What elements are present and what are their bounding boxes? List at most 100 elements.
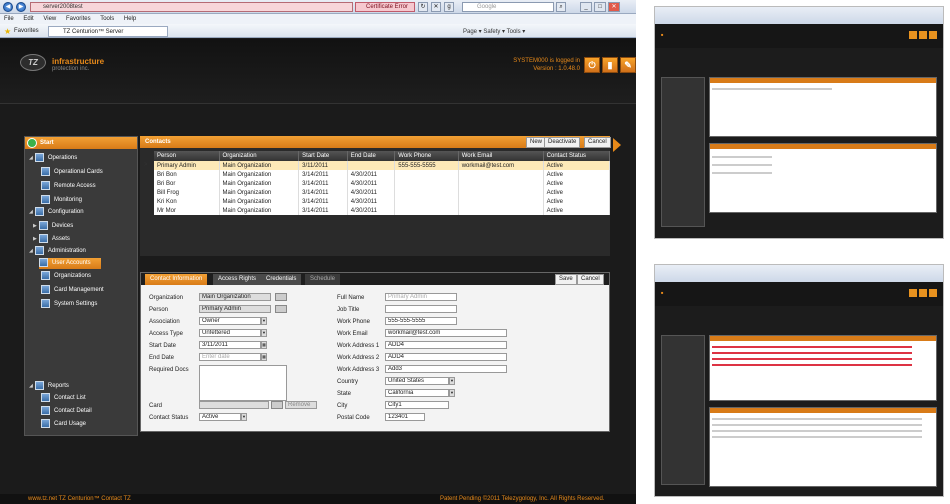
deactivate-button[interactable]: Deactivate	[544, 137, 581, 148]
minimize-icon[interactable]: _	[580, 2, 592, 12]
footer-links[interactable]: www.tz.net TZ Centurion™ Contact TZ	[28, 494, 131, 504]
tab-access-rights[interactable]: Access Rights	[213, 274, 262, 285]
back-button[interactable]: ◀	[3, 2, 13, 12]
job-title-field[interactable]	[385, 305, 457, 313]
favorites-star-icon[interactable]: ★	[4, 27, 11, 36]
table-row[interactable]: Bri Bor Main Organization 3/14/2011 4/30/20…	[154, 179, 611, 188]
tab-schedule[interactable]: Schedule	[305, 274, 341, 285]
menu-help[interactable]: Help	[124, 16, 136, 22]
access-type-dropdown-icon[interactable]: ▼	[261, 329, 267, 337]
refresh-icon[interactable]: ↻	[418, 2, 428, 12]
postal-code-field[interactable]: 123401	[385, 413, 425, 421]
menu-file[interactable]: File	[4, 16, 14, 22]
table-row[interactable]: Kri Kon Main Organization 3/14/2011 4/30/20…	[154, 197, 611, 206]
sidebar-item-remote-access[interactable]: Remote Access	[41, 181, 96, 192]
sidebar-item-user-accounts[interactable]: User Accounts	[39, 258, 101, 269]
column-header[interactable]: End Date	[347, 151, 396, 161]
table-row[interactable]: Mr Mor Main Organization 3/14/2011 4/30/201…	[154, 206, 611, 215]
sidebar-item-operations[interactable]: ◢ Operations	[29, 153, 77, 164]
card-picker-icon[interactable]	[271, 401, 283, 409]
expand-arrow-icon[interactable]	[613, 138, 621, 152]
country-dropdown-icon[interactable]: ▼	[449, 377, 455, 385]
organization-picker-icon[interactable]	[275, 293, 287, 301]
column-header[interactable]: Work Phone	[394, 151, 459, 161]
thumb-btn	[929, 31, 937, 39]
contact-status-select[interactable]: Active	[199, 413, 241, 421]
menu-view[interactable]: View	[43, 16, 56, 22]
sidebar-item-system-settings[interactable]: System Settings	[41, 299, 97, 310]
thumb-line	[712, 172, 772, 174]
work-address-1-field[interactable]: ADD4	[385, 341, 507, 349]
cancel-button[interactable]: Cancel	[584, 137, 611, 148]
search-input[interactable]: Google	[462, 2, 554, 12]
search-icon[interactable]: ⌕	[556, 2, 566, 12]
detail-cancel-button[interactable]: Cancel	[577, 274, 604, 285]
dashboard-icon[interactable]: ▮	[602, 57, 618, 73]
command-bar[interactable]: Page ▾ Safety ▾ Tools ▾	[463, 28, 525, 35]
table-row[interactable]: Bri Bon Main Organization 3/14/2011 4/30/20…	[154, 170, 611, 179]
sidebar-item-reports[interactable]: ◢ Reports	[29, 381, 69, 392]
column-header[interactable]: Organization	[219, 151, 300, 161]
contact-status-dropdown-icon[interactable]: ▼	[241, 413, 247, 421]
sidebar-item-card-management[interactable]: Card Management	[41, 285, 104, 296]
sidebar-item-card-usage[interactable]: Card Usage	[41, 419, 86, 430]
table-row[interactable]: Primary Admin Main Organization 3/11/2011 5…	[154, 161, 611, 170]
required-docs-list[interactable]	[199, 365, 287, 401]
sidebar-item-operational-cards[interactable]: Operational Cards	[41, 167, 103, 178]
certificate-error-badge[interactable]: Certificate Error	[355, 2, 415, 12]
sidebar-item-contact-list[interactable]: Contact List	[41, 393, 86, 404]
nav-start[interactable]: Start	[25, 137, 137, 149]
end-date-calendar-icon[interactable]: ▦	[261, 353, 267, 361]
sidebar-item-assets[interactable]: ▶ Assets	[33, 234, 70, 245]
sidebar-item-monitoring[interactable]: Monitoring	[41, 195, 82, 206]
association-dropdown-icon[interactable]: ▼	[261, 317, 267, 325]
table-cell: Main Organization	[219, 206, 300, 215]
maximize-icon[interactable]: □	[594, 2, 606, 12]
start-date-field[interactable]: 3/11/2011	[199, 341, 261, 349]
edit-pencil-icon[interactable]: ✎	[620, 57, 636, 73]
save-button[interactable]: Save	[555, 274, 577, 285]
tab-contact-information[interactable]: Contact Information	[145, 274, 208, 285]
full-name-field[interactable]: Primary Admin	[385, 293, 457, 301]
menu-favorites[interactable]: Favorites	[66, 16, 91, 22]
table-row[interactable]: Bill Frog Main Organization 3/14/2011 4/30/…	[154, 188, 611, 197]
work-phone-field[interactable]: 555-555-5555	[385, 317, 457, 325]
power-icon[interactable]: ⏻	[584, 57, 600, 73]
sidebar-item-contact-detail[interactable]: Contact Detail	[41, 406, 92, 417]
organization-field[interactable]: Main Organization	[199, 293, 271, 301]
menu-edit[interactable]: Edit	[23, 16, 33, 22]
state-select[interactable]: California	[385, 389, 449, 397]
stop-icon[interactable]: ✕	[431, 2, 441, 12]
new-button[interactable]: New	[526, 137, 547, 148]
sidebar-item-organizations[interactable]: Organizations	[41, 271, 91, 282]
card-field[interactable]	[199, 401, 269, 409]
city-field[interactable]: City1	[385, 401, 449, 409]
column-header[interactable]: Start Date	[298, 151, 348, 161]
sidebar-item-configuration[interactable]: ◢ Configuration	[29, 207, 84, 218]
work-address-2-field[interactable]: ADD4	[385, 353, 507, 361]
person-picker-icon[interactable]	[275, 305, 287, 313]
access-type-select[interactable]: Unfettered	[199, 329, 261, 337]
sidebar-item-administration[interactable]: ◢ Administration	[29, 246, 86, 257]
remove-button[interactable]: Remove	[285, 401, 317, 409]
forward-button[interactable]: ▶	[16, 2, 26, 12]
state-dropdown-icon[interactable]: ▼	[449, 389, 455, 397]
end-date-field[interactable]: Enter date	[199, 353, 261, 361]
favorites-label[interactable]: Favorites	[14, 28, 39, 34]
close-icon[interactable]: ✕	[608, 2, 620, 12]
association-select[interactable]: Owner	[199, 317, 261, 325]
work-email-field[interactable]: workmail@test.com	[385, 329, 507, 337]
start-date-calendar-icon[interactable]: ▦	[261, 341, 267, 349]
menu-tools[interactable]: Tools	[100, 16, 114, 22]
column-header[interactable]: Work Email	[458, 151, 544, 161]
thumb-line	[712, 164, 772, 166]
tab-credentials[interactable]: Credentials	[261, 274, 302, 285]
person-field[interactable]: Primary Admin	[199, 305, 271, 313]
work-address-3-field[interactable]: Add3	[385, 365, 507, 373]
sidebar-item-devices[interactable]: ▶ Devices	[33, 221, 73, 232]
column-header[interactable]: Person	[154, 151, 220, 161]
column-header[interactable]: Contact Status	[543, 151, 611, 161]
address-input[interactable]: server2008test	[30, 2, 353, 12]
country-select[interactable]: United States	[385, 377, 449, 385]
browser-tab[interactable]: TZ Centurion™ Server	[48, 26, 168, 37]
